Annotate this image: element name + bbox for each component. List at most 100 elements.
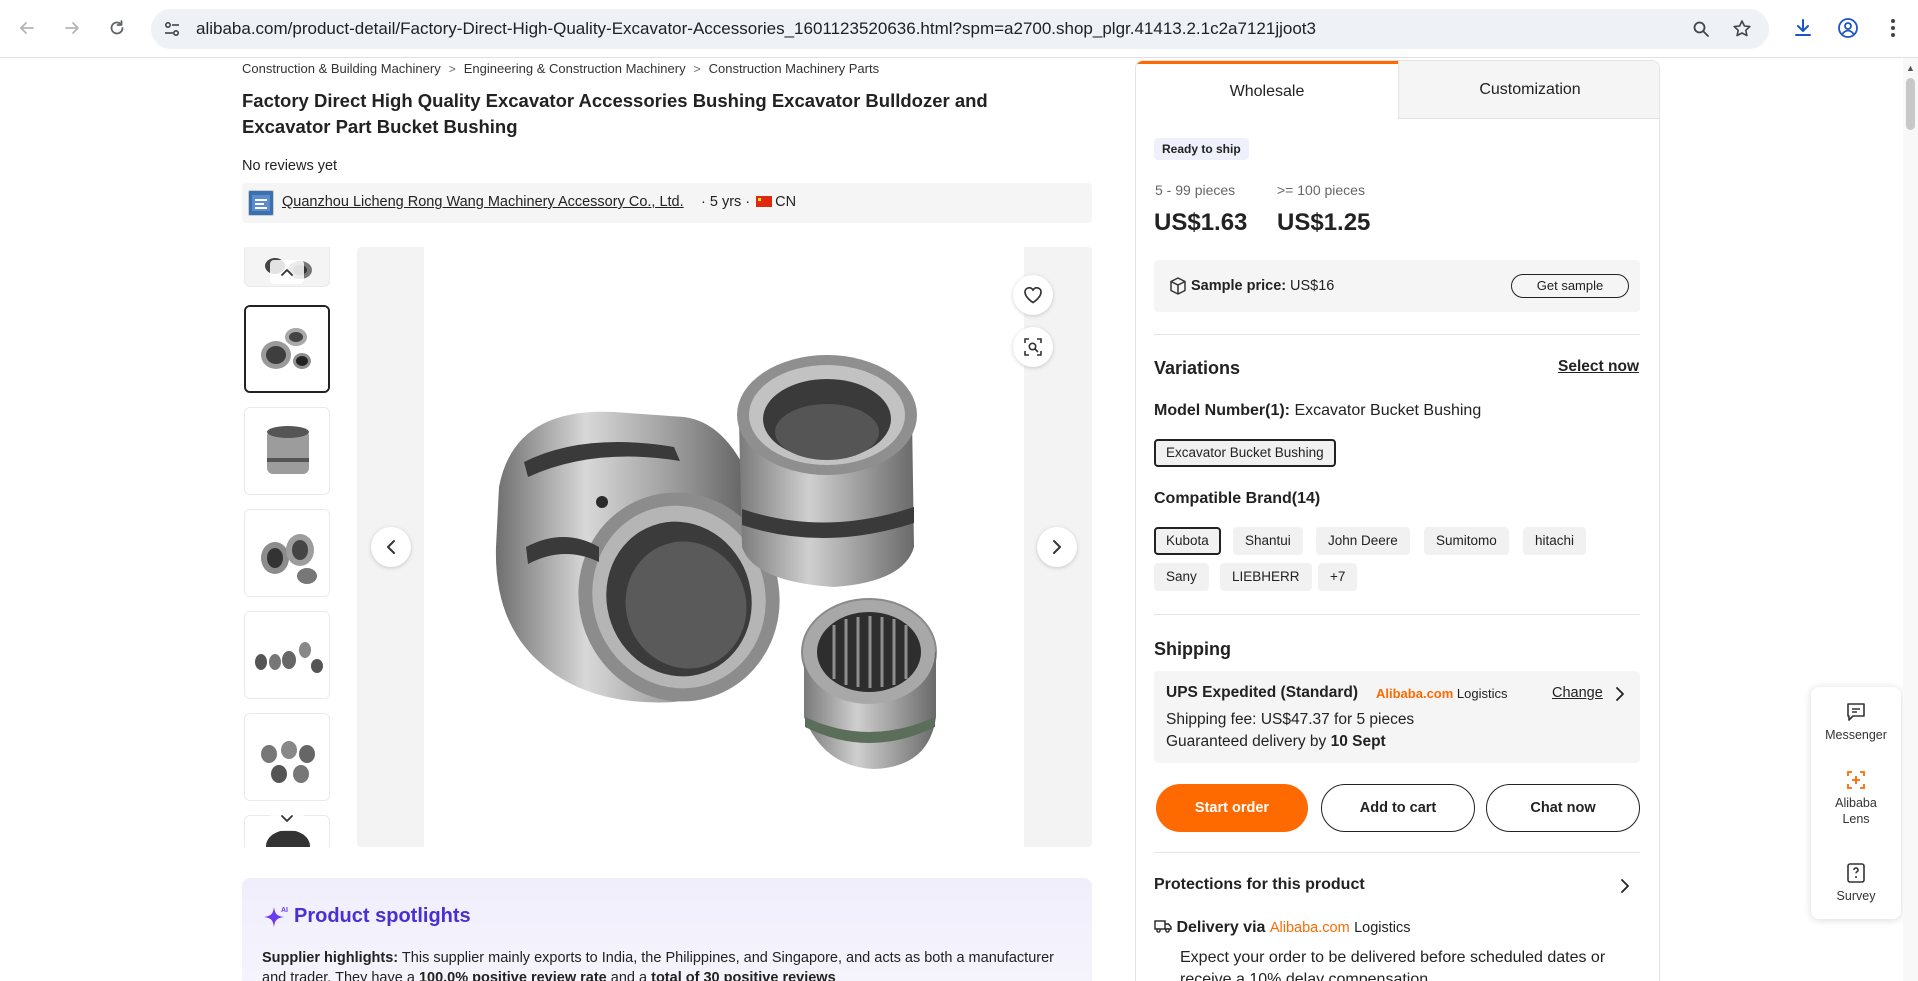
price-tier-qty: >= 100 pieces xyxy=(1277,182,1365,198)
ready-to-ship-badge: Ready to ship xyxy=(1154,138,1249,160)
thumbnail[interactable] xyxy=(244,713,330,801)
supplier-highlights: Supplier highlights: This supplier mainl… xyxy=(262,948,1082,981)
shipping-logistics-brand: Alibaba.com Logistics xyxy=(1376,686,1508,701)
model-number-label: Model Number(1): xyxy=(1154,402,1290,419)
guaranteed-delivery: Guaranteed delivery by 10 Sept xyxy=(1166,733,1386,751)
profile-icon[interactable] xyxy=(1835,15,1861,41)
zoom-icon[interactable] xyxy=(1690,18,1712,40)
sample-price-box: Sample price: US$16 Get sample xyxy=(1154,260,1640,312)
supplier-name-link[interactable]: Quanzhou Licheng Rong Wang Machinery Acc… xyxy=(282,194,684,210)
delivery-label: Guaranteed delivery by xyxy=(1166,733,1327,750)
add-to-cart-button[interactable]: Add to cart xyxy=(1321,784,1475,832)
survey-label: Survey xyxy=(1836,889,1876,903)
delivery-via-label: Delivery via xyxy=(1176,919,1266,936)
lens-label-line2: Lens xyxy=(1842,812,1870,826)
messenger-label: Messenger xyxy=(1825,728,1887,742)
brand-chip[interactable]: Shantui xyxy=(1233,527,1303,555)
supplier-bar: Quanzhou Licheng Rong Wang Machinery Acc… xyxy=(242,183,1092,223)
chat-now-button[interactable]: Chat now xyxy=(1486,784,1640,832)
bookmark-star-icon[interactable] xyxy=(1731,18,1753,40)
product-title: Factory Direct High Quality Excavator Ac… xyxy=(242,90,988,137)
back-arrow-icon[interactable] xyxy=(13,14,41,42)
select-now-link[interactable]: Select now xyxy=(1558,358,1639,376)
survey-button[interactable]: Survey xyxy=(1811,862,1901,904)
supplier-years: · 5 yrs · xyxy=(701,194,751,210)
shipping-method: UPS Expedited (Standard) xyxy=(1166,684,1359,701)
download-icon[interactable] xyxy=(1790,15,1816,41)
bushing-photo xyxy=(495,355,937,769)
chevron-right-icon[interactable] xyxy=(1612,685,1628,703)
tab-wholesale[interactable]: Wholesale xyxy=(1136,61,1398,119)
thumbnail-down-chevron-icon[interactable] xyxy=(270,807,304,831)
model-option-chip[interactable]: Excavator Bucket Bushing xyxy=(1154,439,1336,467)
brand-chip[interactable]: hitachi xyxy=(1523,527,1587,555)
shipping-title: Shipping xyxy=(1154,639,1231,659)
protections-title[interactable]: Protections for this product xyxy=(1154,876,1365,894)
thumbnail[interactable] xyxy=(244,407,330,495)
scroll-up-arrow-icon[interactable]: ▲ xyxy=(1906,64,1915,73)
get-sample-button[interactable]: Get sample xyxy=(1511,274,1629,298)
supplier-country: CN xyxy=(775,194,797,210)
image-prev-chevron-icon[interactable] xyxy=(371,527,411,567)
purchase-panel: Wholesale Customization Ready to ship 5 … xyxy=(1135,60,1660,981)
sample-price-label: Sample price: xyxy=(1191,278,1287,294)
tab-customization[interactable]: Customization xyxy=(1398,61,1659,119)
url-text[interactable]: alibaba.com/product-detail/Factory-Direc… xyxy=(196,9,1666,49)
image-search-icon[interactable] xyxy=(1013,327,1053,367)
breadcrumb-separator: > xyxy=(693,62,701,76)
survey-icon xyxy=(1847,863,1865,883)
image-next-chevron-icon[interactable] xyxy=(1037,527,1077,567)
shipping-fee: Shipping fee: US$47.37 for 5 pieces xyxy=(1166,711,1414,729)
breadcrumb-item[interactable]: Construction Machinery Parts xyxy=(709,61,880,76)
favorite-heart-button[interactable] xyxy=(1013,275,1053,315)
brand-chip[interactable]: Sany xyxy=(1154,563,1209,591)
thumbnail[interactable] xyxy=(244,611,330,699)
start-order-button[interactable]: Start order xyxy=(1156,784,1308,832)
chevron-right-icon[interactable] xyxy=(1617,876,1633,896)
reviews-summary: No reviews yet xyxy=(242,158,338,174)
brand-chip[interactable]: John Deere xyxy=(1316,527,1410,555)
divider xyxy=(1154,614,1640,615)
thumbnail-up-chevron-icon[interactable] xyxy=(270,260,304,284)
logistics-label: Logistics xyxy=(1456,686,1508,701)
china-flag-icon xyxy=(756,196,773,207)
lens-icon xyxy=(1847,771,1865,789)
highlights-and: and a xyxy=(610,970,648,981)
scroll-thumb[interactable] xyxy=(1906,78,1915,130)
alibaba-lens-button[interactable]: Alibaba Lens xyxy=(1811,769,1901,827)
brand-chip[interactable]: LIEBHERR xyxy=(1220,563,1312,591)
compatible-brand-title: Compatible Brand(14) xyxy=(1154,490,1321,507)
site-settings-icon[interactable] xyxy=(161,18,183,40)
package-icon xyxy=(1170,277,1186,295)
alibaba-logo-text: Alibaba.com xyxy=(1269,920,1350,936)
brand-chip[interactable]: Sumitomo xyxy=(1424,527,1509,555)
brand-chip[interactable]: Kubota xyxy=(1154,527,1221,555)
thumbnail-active[interactable] xyxy=(244,305,330,393)
supplier-logo[interactable] xyxy=(248,190,274,216)
price-tier-price: US$1.63 xyxy=(1154,209,1248,236)
forward-arrow-icon[interactable] xyxy=(58,14,86,42)
messenger-button[interactable]: Messenger xyxy=(1811,701,1901,743)
positive-rate: 100.0% positive review rate xyxy=(418,970,607,981)
model-number-line: Model Number(1): Excavator Bucket Bushin… xyxy=(1154,402,1481,420)
breadcrumb-item[interactable]: Engineering & Construction Machinery xyxy=(464,61,686,76)
divider xyxy=(1154,334,1640,335)
shipping-box: UPS Expedited (Standard) Alibaba.com Log… xyxy=(1154,671,1640,763)
thumbnail[interactable] xyxy=(244,509,330,597)
main-product-image[interactable] xyxy=(357,247,1092,847)
shipping-fee-label: Shipping fee: xyxy=(1166,711,1257,728)
message-icon xyxy=(1847,703,1865,721)
reload-icon[interactable] xyxy=(103,14,131,42)
variations-title: Variations xyxy=(1154,358,1241,378)
divider xyxy=(1154,852,1640,853)
breadcrumb-item[interactable]: Construction & Building Machinery xyxy=(242,61,441,76)
page-scrollbar[interactable]: ▲ xyxy=(1903,58,1918,981)
change-shipping-link[interactable]: Change xyxy=(1552,685,1603,701)
delivery-guarantee-text: Expect your order to be delivered before… xyxy=(1180,949,1606,981)
spotlight-title: Product spotlights xyxy=(294,905,471,927)
model-number-value: Excavator Bucket Bushing xyxy=(1294,402,1482,419)
more-brands-chip[interactable]: +7 xyxy=(1318,563,1358,591)
address-bar[interactable]: alibaba.com/product-detail/Factory-Direc… xyxy=(151,9,1769,49)
positive-total: total of 30 positive reviews xyxy=(651,970,836,981)
menu-kebab-icon[interactable] xyxy=(1880,15,1906,41)
